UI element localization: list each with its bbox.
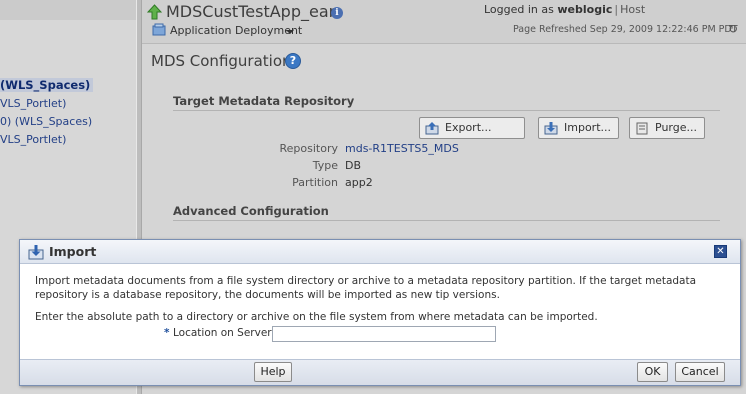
chevron-down-icon[interactable]: [286, 30, 294, 34]
page-title: MDS Configuration: [151, 52, 292, 70]
page-header: MDSCustTestApp_ear i Application Deploym…: [142, 0, 746, 44]
partition-value: app2: [345, 176, 373, 189]
dialog-footer: Help OK Cancel: [20, 359, 740, 385]
location-on-server-input[interactable]: [272, 326, 496, 342]
required-marker: *: [164, 327, 170, 339]
target-repo-section-title: Target Metadata Repository: [173, 94, 355, 108]
sidebar-item-wls-portlet[interactable]: VLS_Portlet): [0, 97, 66, 110]
dialog-title: Import: [49, 244, 97, 259]
ok-button[interactable]: OK: [637, 362, 668, 382]
type-value: DB: [345, 159, 362, 172]
purge-icon: [636, 122, 648, 135]
refresh-icon[interactable]: ↻: [728, 22, 738, 36]
sidebar-item-wls-spaces[interactable]: 0) (WLS_Spaces): [0, 115, 92, 128]
import-icon: [544, 122, 558, 135]
help-button[interactable]: Help: [254, 362, 292, 382]
dialog-body: Import metadata documents from a file sy…: [20, 265, 740, 359]
logged-in-prefix: Logged in as: [484, 3, 554, 16]
repository-label: Repository: [279, 142, 339, 155]
import-dialog: Import ✕ Import metadata documents from …: [19, 239, 741, 386]
location-on-server-label: Location on Server: [173, 327, 272, 339]
repository-link[interactable]: mds-R1TESTS5_MDS: [345, 142, 459, 155]
dialog-description: Import metadata documents from a file sy…: [35, 275, 697, 301]
cancel-button[interactable]: Cancel: [675, 362, 725, 382]
header-separator: |: [614, 3, 619, 16]
export-button[interactable]: Export...: [419, 117, 525, 139]
section-divider-2: [173, 220, 720, 221]
host-link[interactable]: Host: [620, 3, 645, 16]
logged-in-info: Logged in as weblogic | Host: [484, 3, 645, 16]
app-title: MDSCustTestApp_ear: [166, 2, 336, 21]
import-button[interactable]: Import...: [538, 117, 619, 139]
dialog-title-bar[interactable]: Import ✕: [20, 240, 740, 264]
partition-label: Partition: [292, 176, 338, 189]
sidebar-header: [0, 0, 136, 20]
info-icon[interactable]: i: [331, 7, 343, 19]
sidebar-item-wls-portlet-2[interactable]: VLS_Portlet): [0, 133, 66, 146]
export-button-label: Export...: [445, 121, 492, 134]
export-icon: [425, 122, 439, 135]
import-icon: [28, 245, 44, 260]
purge-button[interactable]: Purge...: [629, 117, 705, 139]
application-deployment-menu[interactable]: Application Deployment: [170, 24, 302, 37]
page-refreshed-timestamp: Page Refreshed Sep 29, 2009 12:22:46 PM …: [513, 24, 738, 35]
help-icon[interactable]: ?: [285, 53, 301, 69]
advanced-config-section-title: Advanced Configuration: [173, 204, 329, 218]
section-divider: [173, 110, 720, 111]
type-label: Type: [312, 159, 338, 172]
deployment-icon: [152, 23, 166, 36]
close-icon[interactable]: ✕: [714, 245, 727, 258]
import-button-label: Import...: [564, 121, 611, 134]
purge-button-label: Purge...: [655, 121, 697, 134]
sidebar-item-wls-spaces-selected[interactable]: (WLS_Spaces): [0, 78, 94, 92]
username: weblogic: [557, 3, 613, 16]
up-arrow-icon[interactable]: [147, 4, 162, 20]
dialog-instruction: Enter the absolute path to a directory o…: [35, 311, 598, 323]
